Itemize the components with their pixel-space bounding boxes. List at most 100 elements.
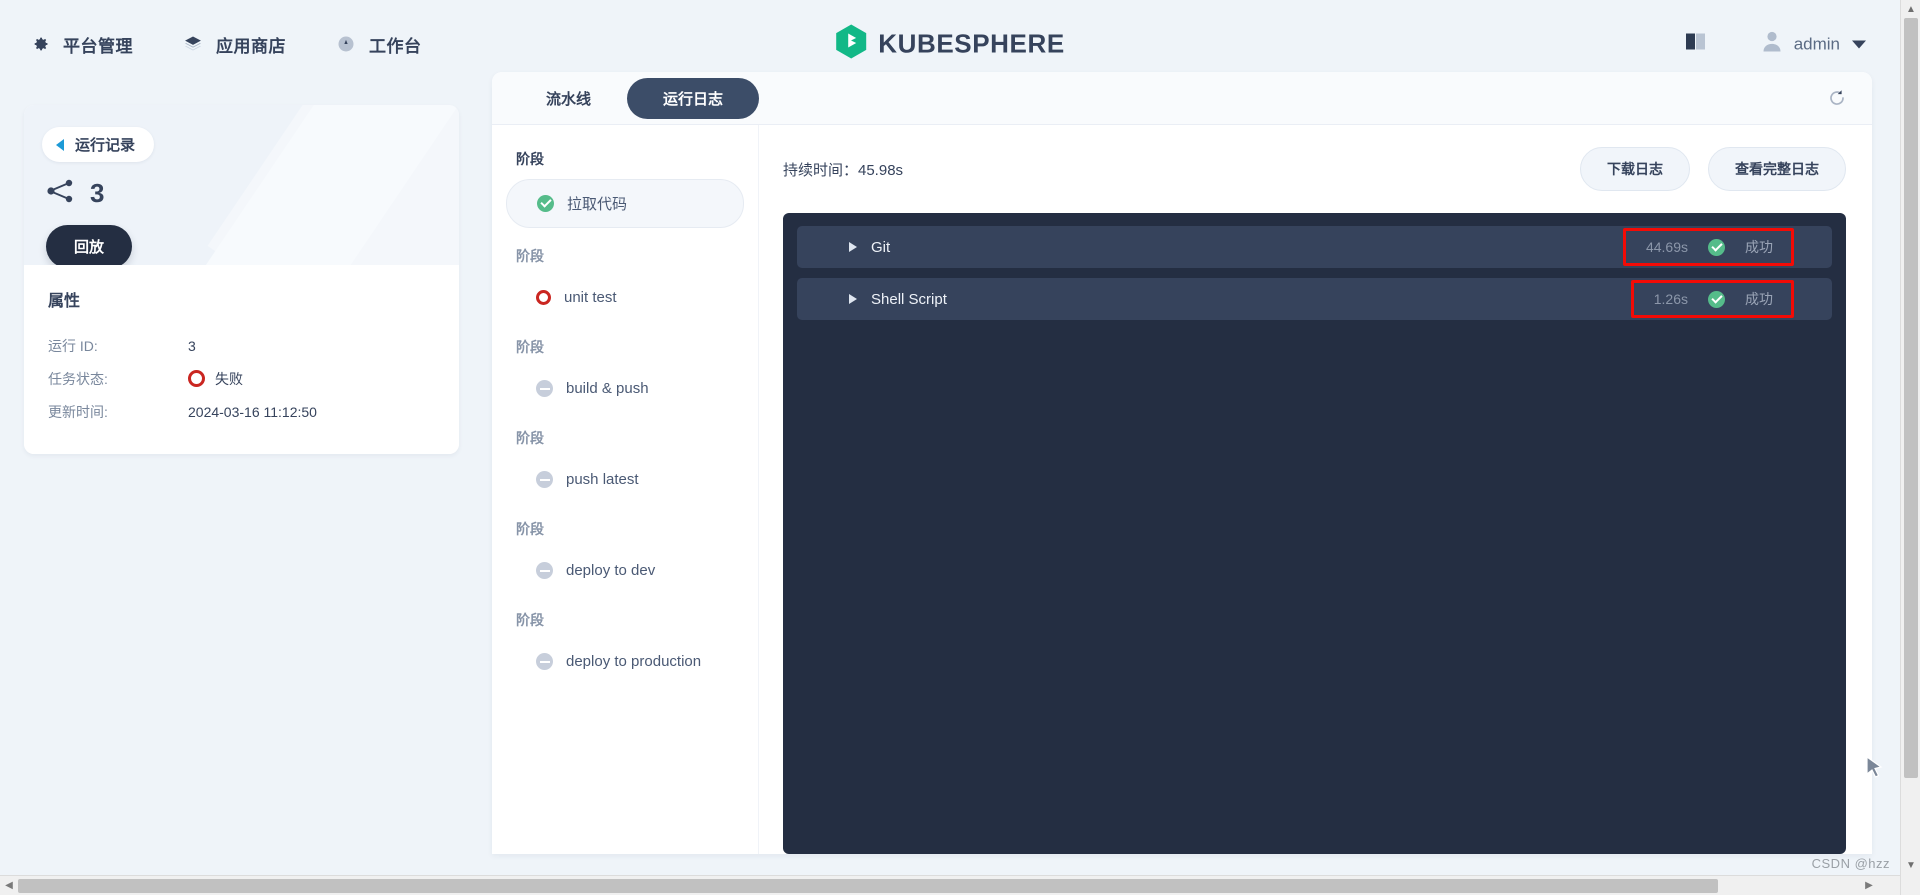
stage-group: 阶段 push latest [506,428,758,501]
log-step-meta-highlight: 44.69s 成功 [1622,228,1794,266]
run-attributes: 属性 运行 ID: 3 任务状态: 失败 更新时间: 2024-03-16 11… [24,265,459,454]
attribute-row: 运行 ID: 3 [48,329,435,362]
tab-pipeline[interactable]: 流水线 [510,78,627,119]
panel-content: 阶段 拉取代码 阶段 unit test 阶段 build & push 阶段 … [492,125,1872,854]
scroll-up-arrow[interactable]: ▲ [1901,4,1920,15]
log-console: Git 44.69s 成功 Shell Script 1.26s 成功 [783,213,1846,854]
chevron-left-icon [56,138,64,151]
log-toolbar: 持续时间：45.98s 下载日志 查看完整日志 [783,147,1846,191]
nav-item-workbench[interactable]: 工作台 [336,32,422,57]
tab-run-log[interactable]: 运行日志 [627,77,760,119]
dashboard-icon [336,34,356,54]
stage-name: build & push [566,380,649,397]
watermark: CSDN @hzz [1811,856,1890,871]
kubesphere-logo-icon [835,24,867,64]
stage-name: deploy to dev [566,562,656,579]
brand-text: KUBESPHERE [878,28,1065,59]
nav-label: 应用商店 [216,36,286,56]
expand-arrow-icon[interactable] [849,242,857,252]
duration-text: 持续时间：45.98s [783,161,904,179]
run-detail-header: 运行记录 3 回放 [24,105,459,265]
nav-label: 工作台 [369,36,422,56]
log-action-buttons: 下载日志 查看完整日志 [1580,147,1846,191]
log-step-status: 成功 [1745,239,1773,255]
log-step-duration: 1.26s [1653,291,1688,307]
log-step-meta-highlight: 1.26s 成功 [1630,280,1794,318]
attribute-key: 任务状态: [48,370,108,387]
scroll-left-arrow[interactable]: ◀ [0,880,18,891]
status-text: 失败 [215,370,243,387]
stage-item-pull-code[interactable]: 拉取代码 [506,179,744,228]
log-step-row[interactable]: Shell Script 1.26s 成功 [797,278,1832,320]
stage-group-label: 阶段 [516,151,544,167]
user-name: admin [1793,34,1840,53]
attribute-value: 3 [188,337,196,354]
nav-label: 平台管理 [63,36,133,56]
scroll-down-arrow[interactable]: ▼ [1901,860,1920,871]
refresh-icon[interactable] [1824,85,1850,111]
vertical-scrollbar[interactable]: ▲ ▼ [1900,0,1920,895]
back-label: 运行记录 [75,137,136,154]
fail-icon [536,290,551,305]
stage-group-label: 阶段 [516,339,544,355]
attribute-key: 运行 ID: [48,337,98,354]
attribute-row: 任务状态: 失败 [48,362,435,395]
pending-icon [536,653,553,670]
pipeline-branch-icon [46,179,74,208]
scroll-right-arrow[interactable]: ▶ [1860,880,1878,891]
attribute-value: 2024-03-16 11:12:50 [188,403,317,420]
stage-group: 阶段 deploy to dev [506,519,758,592]
stage-group: 阶段 build & push [506,337,758,410]
log-step-status: 成功 [1745,291,1773,307]
pending-icon [536,471,553,488]
stage-list: 阶段 拉取代码 阶段 unit test 阶段 build & push 阶段 … [492,125,759,854]
log-area: 持续时间：45.98s 下载日志 查看完整日志 Git 44.69s 成功 Sh… [759,125,1872,854]
attribute-value-status: 失败 [188,369,243,389]
nav-item-appstore[interactable]: 应用商店 [183,32,286,57]
attributes-title: 属性 [48,293,81,310]
success-icon [1708,290,1725,308]
attribute-row: 更新时间: 2024-03-16 11:12:50 [48,395,435,428]
avatar [1762,31,1782,58]
book-icon[interactable] [1685,32,1707,57]
expand-arrow-icon[interactable] [849,294,857,304]
back-to-run-records-button[interactable]: 运行记录 [42,127,155,162]
view-full-log-button[interactable]: 查看完整日志 [1708,147,1846,191]
main-panel: 流水线 运行日志 阶段 拉取代码 阶段 unit test 阶段 build &… [492,72,1872,854]
fail-status-icon [188,370,205,387]
stage-name: 拉取代码 [567,196,628,213]
run-detail-card: 运行记录 3 回放 属性 运行 ID: 3 任务状态: 失败 更新时间: 202… [24,105,459,454]
layers-icon [183,34,203,54]
run-identity: 3 [46,178,459,209]
brand-logo[interactable]: KUBESPHERE [835,24,1065,64]
stage-item-deploy-production[interactable]: deploy to production [506,640,758,683]
download-log-button[interactable]: 下载日志 [1580,147,1690,191]
stage-group-label: 阶段 [516,430,544,446]
log-step-row[interactable]: Git 44.69s 成功 [797,226,1832,268]
horizontal-scroll-thumb[interactable] [18,878,1718,893]
success-icon [537,195,554,212]
mouse-cursor [1863,755,1887,787]
pending-icon [536,562,553,579]
user-menu[interactable]: admin [1762,31,1866,58]
attribute-key: 更新时间: [48,403,108,420]
stage-name: deploy to production [566,653,702,670]
stage-group: 阶段 unit test [506,246,758,319]
horizontal-scrollbar[interactable]: ◀ ▶ [0,875,1900,895]
replay-button[interactable]: 回放 [46,225,133,265]
stage-item-build-push[interactable]: build & push [506,367,758,410]
stage-item-deploy-dev[interactable]: deploy to dev [506,549,758,592]
tab-bar: 流水线 运行日志 [492,72,1872,125]
vertical-scroll-thumb[interactable] [1904,18,1918,778]
header-right: admin [1685,31,1866,58]
stage-group-label: 阶段 [516,521,544,537]
stage-item-push-latest[interactable]: push latest [506,458,758,501]
log-step-name: Git [871,238,891,256]
stage-item-unit-test[interactable]: unit test [506,276,758,319]
pending-icon [536,380,553,397]
stage-group: 阶段 deploy to production [506,610,758,683]
stage-group-label: 阶段 [516,248,544,264]
log-step-duration: 44.69s [1645,239,1688,255]
nav-item-platform[interactable]: 平台管理 [30,32,133,57]
gear-icon [30,34,50,54]
